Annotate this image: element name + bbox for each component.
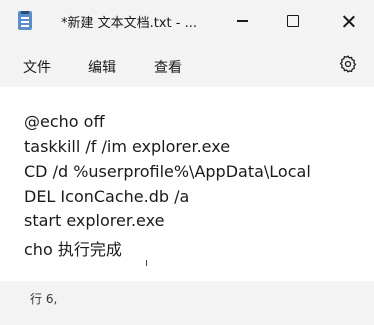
title-bar[interactable]: *新建 文本文档.txt - ...: [0, 0, 374, 42]
maximize-icon: [287, 15, 299, 27]
minimize-button[interactable]: [218, 0, 266, 42]
editor-line: start explorer.exe: [24, 211, 165, 230]
editor-line: cho 执行完成: [24, 240, 122, 259]
text-editor[interactable]: @echo off taskkill /f /im explorer.exe C…: [0, 87, 374, 281]
editor-line: DEL IconCache.db /a: [24, 187, 190, 206]
maximize-button[interactable]: [269, 0, 317, 42]
status-bar: 行 6,: [0, 281, 374, 325]
close-icon: [342, 15, 355, 28]
close-button[interactable]: [324, 0, 372, 42]
menu-file[interactable]: 文件: [23, 57, 51, 77]
menu-bar: 文件 编辑 查看: [0, 42, 374, 87]
editor-line: taskkill /f /im explorer.exe: [24, 137, 231, 156]
window-title: *新建 文本文档.txt - ...: [61, 16, 198, 31]
menu-edit[interactable]: 编辑: [88, 57, 116, 77]
cursor-position: 行 6,: [30, 292, 58, 306]
minimize-icon: [236, 20, 248, 22]
notepad-icon: [18, 11, 32, 30]
editor-line: CD /d %userprofile%\AppData\Local: [24, 162, 311, 181]
editor-line: @echo off: [24, 112, 105, 131]
menu-view[interactable]: 查看: [154, 57, 182, 77]
text-caret: [146, 260, 147, 266]
notepad-window: *新建 文本文档.txt - ... 文件 编辑 查看 @echo off ta…: [0, 0, 374, 325]
gear-icon[interactable]: [338, 54, 358, 74]
